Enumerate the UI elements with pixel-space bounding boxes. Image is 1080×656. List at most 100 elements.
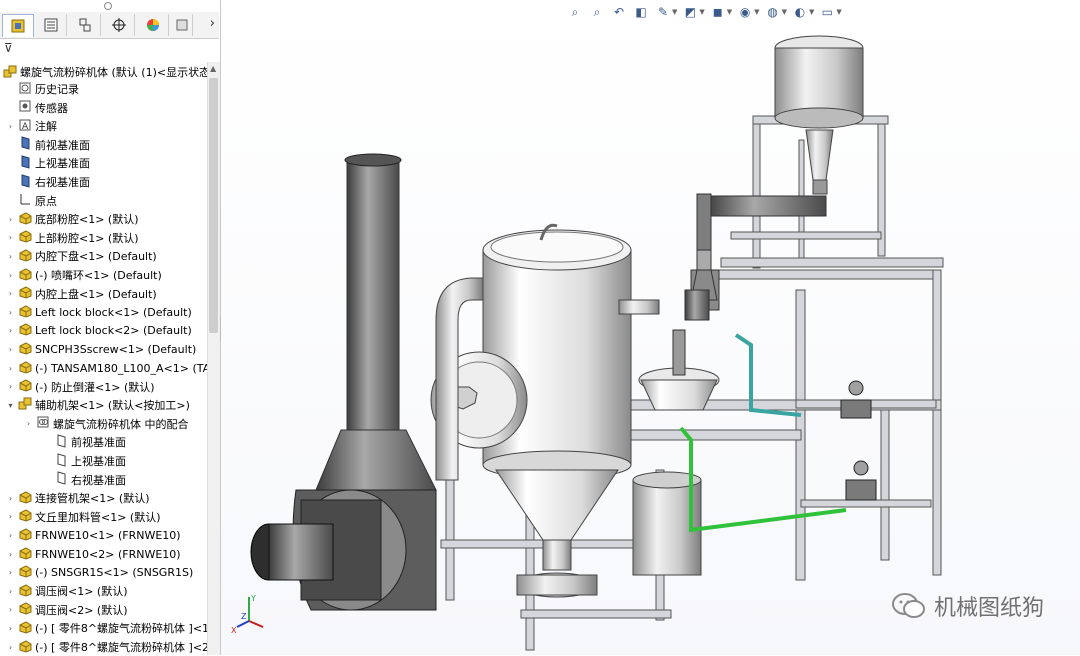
expand-arrow-icon[interactable]: › bbox=[6, 308, 15, 317]
tree-item[interactable]: 原点 bbox=[6, 193, 57, 209]
tree-item-label: 注解 bbox=[35, 120, 57, 134]
tree-item[interactable]: › A 注解 bbox=[6, 118, 57, 134]
graphics-viewport[interactable]: ⌕ ⌕ ↶ ◧ ✎ ▼ ◩ ▼ ◼ ▼ ◉ ▼ ◍ ▼ ◐ ▼ ▭ ▼ Y X … bbox=[221, 0, 1080, 655]
expand-arrow-icon[interactable]: › bbox=[6, 215, 15, 224]
tree-item[interactable]: › Left lock block<2> (Default) bbox=[6, 323, 192, 339]
tab-configuration-manager[interactable] bbox=[70, 14, 101, 36]
part-icon bbox=[18, 360, 32, 377]
tree-item-label: 原点 bbox=[35, 194, 57, 208]
tree-item[interactable]: › Left lock block<1> (Default) bbox=[6, 304, 192, 320]
tree-item-label: 上视基准面 bbox=[71, 455, 126, 468]
assembly-icon bbox=[3, 65, 17, 78]
tree-item-label: 螺旋气流粉碎机体 中的配合 bbox=[53, 417, 189, 431]
expand-arrow-icon[interactable]: › bbox=[6, 643, 15, 652]
expand-arrow-icon[interactable]: › bbox=[6, 364, 15, 373]
tree-item[interactable]: › (-) [ 零件8^螺旋气流粉碎机体 ]<2> bbox=[6, 639, 218, 655]
tree-item[interactable]: 前视基准面 bbox=[42, 434, 126, 450]
tree-item[interactable]: 右视基准面 bbox=[6, 173, 90, 190]
expand-arrow-icon[interactable]: › bbox=[6, 531, 15, 540]
expand-arrow-icon[interactable]: › bbox=[24, 419, 33, 428]
tree-item[interactable]: › (-) SNSGR1S<1> (SNSGR1S) bbox=[6, 565, 193, 581]
part-icon bbox=[18, 527, 32, 544]
machine-3d-model[interactable] bbox=[221, 0, 1080, 655]
tab-property-manager[interactable] bbox=[36, 14, 67, 36]
tree-item[interactable]: › FRNWE10<2> (FRNWE10) bbox=[6, 546, 181, 562]
expand-arrow-icon[interactable]: › bbox=[6, 233, 15, 242]
tree-item[interactable]: › 底部粉腔<1> (默认) bbox=[6, 211, 139, 227]
tree-item-label: 传感器 bbox=[35, 101, 68, 115]
tree-item[interactable]: › 螺旋气流粉碎机体 中的配合 bbox=[24, 416, 189, 432]
tree-item[interactable]: 传感器 bbox=[6, 100, 68, 116]
scrollbar-thumb[interactable] bbox=[209, 78, 218, 333]
tab-more[interactable] bbox=[172, 14, 193, 36]
tree-item[interactable]: › 内腔上盘<1> (Default) bbox=[6, 286, 157, 302]
tree-item[interactable]: › 调压阀<2> (默认) bbox=[6, 602, 128, 618]
tab-feature-manager[interactable] bbox=[2, 14, 34, 37]
filter-icon: ⊽ bbox=[4, 41, 13, 55]
tree-root-label: 螺旋气流粉碎机体 (默认 (1)<显示状态- bbox=[20, 66, 215, 79]
tree-item[interactable]: › 上部粉腔<1> (默认) bbox=[6, 230, 139, 246]
expand-arrow-icon[interactable]: › bbox=[6, 494, 15, 503]
tree-item[interactable]: 前视基准面 bbox=[6, 136, 90, 153]
triad-y-label: Y bbox=[250, 594, 256, 603]
tree-item[interactable]: 历史记录 bbox=[6, 81, 79, 97]
tree-item[interactable]: 上视基准面 bbox=[42, 452, 126, 469]
feed-hopper bbox=[774, 35, 864, 195]
part-icon bbox=[18, 601, 32, 618]
tab-display-manager[interactable] bbox=[138, 14, 169, 36]
tree-item[interactable]: › SNCPH3Sscrew<1> (Default) bbox=[6, 341, 196, 357]
tree-item[interactable]: › (-) [ 零件8^螺旋气流粉碎机体 ]<1> bbox=[6, 620, 218, 636]
panel-grip-handle[interactable] bbox=[104, 2, 112, 10]
tree-item[interactable]: 上视基准面 bbox=[6, 155, 90, 171]
part-icon bbox=[18, 211, 32, 228]
expand-arrow-icon[interactable]: › bbox=[6, 624, 15, 633]
tree-item[interactable]: ▾ 辅助机架<1> (默认<按加工>) bbox=[6, 397, 190, 413]
tree-item-label: 右视基准面 bbox=[71, 473, 126, 487]
part-icon bbox=[18, 267, 32, 284]
manager-tab-bar: › bbox=[0, 12, 219, 39]
scroll-up-icon[interactable]: ▲ bbox=[210, 64, 216, 73]
tab-scroll-right-icon[interactable]: › bbox=[210, 16, 215, 31]
color-wheel-icon bbox=[147, 19, 159, 31]
tree-item-label: FRNWE10<2> (FRNWE10) bbox=[35, 547, 181, 561]
part-icon bbox=[18, 508, 32, 525]
part-icon bbox=[18, 229, 32, 246]
tree-item[interactable]: 右视基准面 bbox=[42, 471, 126, 488]
tree-item[interactable]: › (-) TANSAM180_L100_A<1> (TAN bbox=[6, 360, 218, 376]
tree-item[interactable]: › 连接管机架<1> (默认) bbox=[6, 490, 150, 506]
expand-arrow-icon[interactable]: › bbox=[6, 326, 15, 335]
tree-root-assembly[interactable]: 螺旋气流粉碎机体 (默认 (1)<显示状态- bbox=[3, 64, 214, 80]
expand-arrow-icon[interactable]: › bbox=[6, 289, 15, 298]
tree-item[interactable]: › 文丘里加料管<1> (默认) bbox=[6, 509, 161, 525]
tree-item[interactable]: › (-) 防止倒灌<1> (默认) bbox=[6, 379, 155, 395]
expand-arrow-icon[interactable]: › bbox=[6, 345, 15, 354]
tree-filter-button[interactable]: ⊽ bbox=[4, 41, 13, 55]
tree-item-label: 连接管机架<1> (默认) bbox=[35, 492, 150, 506]
expand-arrow-icon[interactable]: › bbox=[6, 382, 15, 391]
tree-item-label: FRNWE10<1> (FRNWE10) bbox=[35, 528, 181, 542]
expand-arrow-icon[interactable]: › bbox=[6, 550, 15, 559]
expand-arrow-icon[interactable]: › bbox=[6, 587, 15, 596]
plane-icon bbox=[18, 155, 32, 172]
expand-arrow-icon[interactable]: › bbox=[6, 568, 15, 577]
tree-item-label: 底部粉腔<1> (默认) bbox=[35, 213, 139, 227]
tree-scrollbar[interactable]: ▲ bbox=[207, 62, 220, 655]
expand-arrow-icon[interactable]: › bbox=[6, 252, 15, 261]
expand-arrow-icon[interactable]: › bbox=[6, 512, 15, 521]
expand-arrow-icon[interactable]: › bbox=[6, 122, 15, 131]
feature-manager-panel: › ⊽ 螺旋气流粉碎机体 (默认 (1)<显示状态- 历史记录传感器 › A 注解前视… bbox=[0, 0, 221, 655]
origin-icon bbox=[18, 192, 32, 209]
tree-item[interactable]: › 内腔下盘<1> (Default) bbox=[6, 248, 157, 264]
tree-item-label: 调压阀<1> (默认) bbox=[35, 585, 128, 599]
tree-item-label: 辅助机架<1> (默认<按加工>) bbox=[35, 399, 190, 413]
tree-item[interactable]: › 调压阀<1> (默认) bbox=[6, 583, 128, 599]
tab-dimxpert-manager[interactable] bbox=[104, 14, 135, 36]
expand-arrow-icon[interactable]: › bbox=[6, 271, 15, 280]
tree-item[interactable]: › FRNWE10<1> (FRNWE10) bbox=[6, 527, 181, 543]
plane-outline-icon bbox=[54, 434, 68, 451]
cyclone-separator bbox=[638, 269, 720, 411]
tree-item[interactable]: › (-) 喷嘴环<1> (Default) bbox=[6, 267, 162, 283]
tree-item-label: (-) TANSAM180_L100_A<1> (TAN bbox=[35, 361, 219, 375]
expand-arrow-icon[interactable]: › bbox=[6, 605, 15, 614]
collapse-arrow-icon[interactable]: ▾ bbox=[6, 401, 15, 410]
